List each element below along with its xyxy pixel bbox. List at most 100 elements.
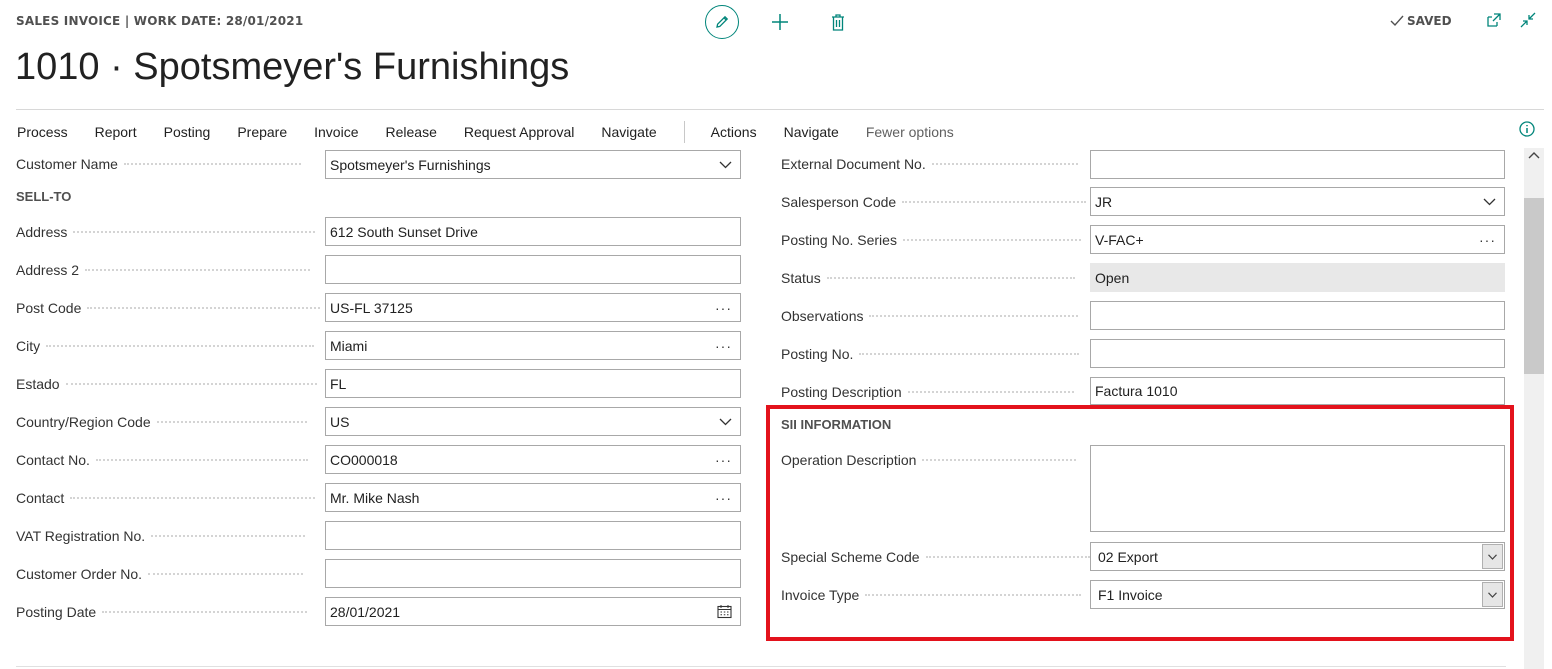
customer-name-row: Customer Name — [16, 149, 301, 179]
ellipsis-icon[interactable]: ··· — [1479, 232, 1496, 248]
ext-doc-field[interactable] — [1090, 150, 1505, 179]
posting-desc-row: Posting Description — [781, 377, 1074, 407]
dotted-leader — [151, 535, 306, 537]
scrollbar-thumb[interactable] — [1524, 198, 1544, 374]
salesperson-row: Salesperson Code — [781, 187, 1087, 217]
customer-name-label: Customer Name — [16, 156, 118, 172]
posting-desc-field[interactable]: Factura 1010 — [1090, 377, 1505, 405]
chevron-down-icon — [719, 418, 732, 425]
posting-desc-value: Factura 1010 — [1095, 383, 1178, 399]
chevron-down-icon — [1483, 198, 1496, 205]
chevron-down-icon — [719, 161, 732, 168]
saved-status: SAVED — [1390, 14, 1452, 28]
dotted-leader — [87, 307, 321, 309]
ellipsis-icon[interactable]: ··· — [715, 490, 732, 506]
dotted-leader — [46, 345, 315, 347]
salesperson-field[interactable]: JR — [1090, 187, 1505, 216]
posting-series-field[interactable]: V-FAC+ ··· — [1090, 225, 1505, 254]
action-process[interactable]: Process — [17, 124, 68, 140]
status-value: Open — [1095, 269, 1130, 286]
contact-no-label: Contact No. — [16, 452, 90, 468]
status-field: Open — [1090, 263, 1505, 292]
customer-order-field[interactable] — [325, 559, 741, 588]
action-posting[interactable]: Posting — [164, 124, 211, 140]
page-title: 1010 · Spotsmeyer's Furnishings — [15, 46, 570, 88]
dotted-leader — [70, 497, 316, 499]
action-actions[interactable]: Actions — [711, 124, 757, 140]
posting-date-field[interactable]: 28/01/2021 — [325, 597, 741, 626]
status-label: Status — [781, 270, 821, 286]
contact-label: Contact — [16, 490, 65, 506]
collapse-icon[interactable] — [1520, 12, 1536, 28]
country-field[interactable]: US — [325, 407, 741, 436]
posting-date-label: Posting Date — [16, 604, 97, 620]
dotted-leader — [869, 315, 1079, 317]
customer-order-label: Customer Order No. — [16, 566, 143, 582]
action-invoice[interactable]: Invoice — [314, 124, 358, 140]
dotted-leader — [859, 353, 1080, 355]
ellipsis-icon[interactable]: ··· — [715, 338, 732, 354]
address2-row: Address 2 — [16, 255, 311, 285]
posting-series-value: V-FAC+ — [1095, 231, 1144, 248]
calendar-icon[interactable] — [717, 604, 732, 619]
posting-desc-label: Posting Description — [781, 384, 902, 400]
ext-doc-label: External Document No. — [781, 156, 926, 172]
scroll-up-icon[interactable] — [1527, 150, 1541, 160]
posting-series-label: Posting No. Series — [781, 232, 897, 248]
address-field[interactable]: 612 South Sunset Drive — [325, 217, 741, 246]
sii-highlight-box — [766, 405, 1514, 641]
edit-button[interactable] — [705, 5, 739, 39]
country-label: Country/Region Code — [16, 414, 151, 430]
new-button[interactable] — [763, 5, 797, 39]
vat-label: VAT Registration No. — [16, 528, 146, 544]
customer-order-row: Customer Order No. — [16, 559, 304, 589]
fewer-options-button[interactable]: Fewer options — [866, 124, 954, 140]
info-icon[interactable] — [1518, 120, 1536, 138]
action-separator — [683, 121, 685, 143]
ext-doc-row: External Document No. — [781, 149, 1078, 179]
address2-label: Address 2 — [16, 262, 80, 278]
window-controls — [1486, 12, 1536, 28]
divider — [16, 109, 1544, 110]
action-request-approval[interactable]: Request Approval — [464, 124, 575, 140]
action-report[interactable]: Report — [95, 124, 137, 140]
trash-icon — [832, 13, 844, 31]
country-value: US — [330, 413, 350, 430]
contact-no-row: Contact No. — [16, 445, 308, 475]
pencil-icon — [716, 15, 729, 28]
city-row: City — [16, 331, 315, 361]
ellipsis-icon[interactable]: ··· — [715, 452, 732, 468]
address2-field[interactable] — [325, 255, 741, 284]
estado-value: FL — [330, 375, 347, 392]
observations-field[interactable] — [1090, 301, 1505, 330]
address-row: Address — [16, 217, 316, 247]
sell-to-heading: SELL-TO — [16, 189, 72, 204]
dotted-leader — [902, 239, 1081, 241]
action-navigate[interactable]: Navigate — [601, 124, 656, 140]
post-code-field[interactable]: US-FL 37125 ··· — [325, 293, 741, 322]
contact-no-value: CO000018 — [330, 451, 398, 468]
dotted-leader — [156, 421, 307, 423]
posting-no-label: Posting No. — [781, 346, 854, 362]
estado-field[interactable]: FL — [325, 369, 741, 398]
action-release[interactable]: Release — [385, 124, 436, 140]
dotted-leader — [65, 383, 317, 385]
dotted-leader — [148, 573, 304, 575]
posting-no-field[interactable] — [1090, 339, 1505, 368]
vat-field[interactable] — [325, 521, 741, 550]
dotted-leader — [907, 391, 1074, 393]
country-row: Country/Region Code — [16, 407, 307, 437]
contact-no-field[interactable]: CO000018 ··· — [325, 445, 741, 474]
action-prepare[interactable]: Prepare — [237, 124, 287, 140]
dotted-leader — [123, 163, 301, 165]
observations-label: Observations — [781, 308, 864, 324]
ellipsis-icon[interactable]: ··· — [715, 300, 732, 316]
action-navigate-2[interactable]: Navigate — [784, 124, 839, 140]
delete-button[interactable] — [821, 5, 855, 39]
city-field[interactable]: Miami ··· — [325, 331, 741, 360]
saved-label: SAVED — [1407, 14, 1452, 28]
open-new-window-icon[interactable] — [1486, 12, 1502, 28]
posting-series-row: Posting No. Series — [781, 225, 1081, 255]
contact-field[interactable]: Mr. Mike Nash ··· — [325, 483, 741, 512]
customer-name-field[interactable]: Spotsmeyer's Furnishings — [325, 150, 741, 179]
